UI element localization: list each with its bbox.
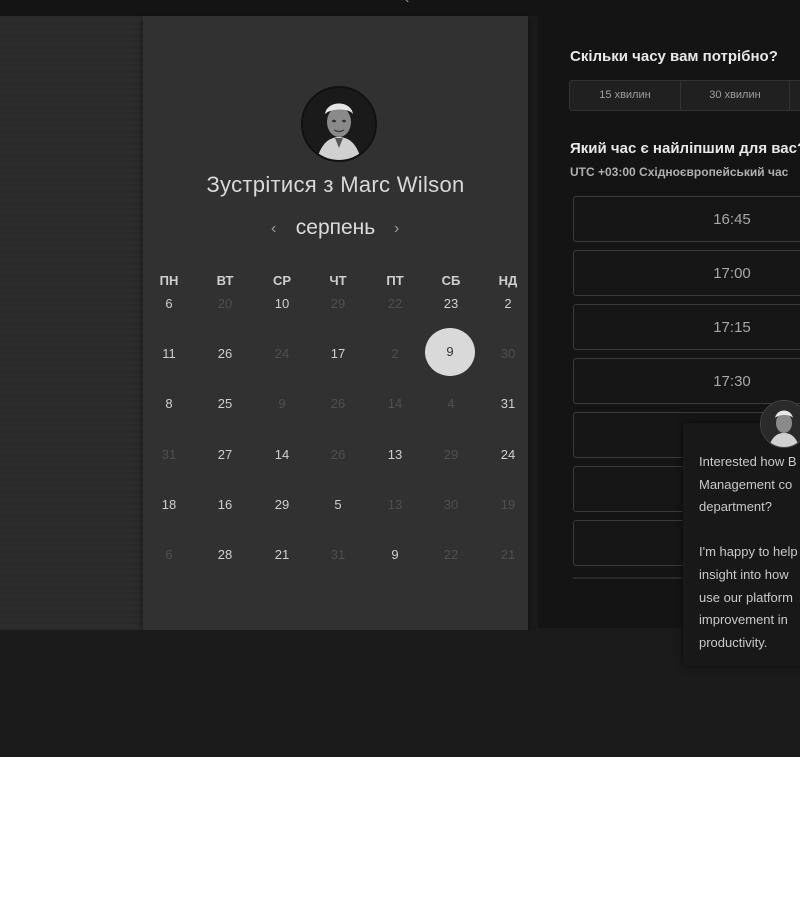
weekday-label: ПН <box>159 273 179 288</box>
month-navigation: ‹ серпень › <box>143 216 528 246</box>
duration-option-30[interactable]: 30 хвилин <box>681 81 790 110</box>
time-slot-label: 17:30 <box>713 373 751 390</box>
calendar-day: 29 <box>330 296 346 311</box>
duration-option-3[interactable] <box>790 81 800 110</box>
calendar-day[interactable]: 24 <box>488 447 528 462</box>
weekday-label: ПТ <box>386 273 404 288</box>
top-bar: ‹ <box>0 0 800 16</box>
month-label: серпень <box>295 216 376 239</box>
duration-selector: 15 хвилин 30 хвилин <box>569 80 800 111</box>
calendar-day: 30 <box>500 346 516 361</box>
calendar-day[interactable]: 21 <box>262 547 302 562</box>
calendar-day: 21 <box>500 547 516 562</box>
calendar-day[interactable]: 2 <box>488 296 528 311</box>
calendar-day[interactable]: 27 <box>205 447 245 462</box>
calendar-day: 13 <box>387 497 403 512</box>
meeting-title: Зустрітися з Marc Wilson <box>206 172 465 197</box>
calendar-day: 22 <box>443 547 459 562</box>
calendar-day[interactable]: 9 <box>375 547 415 562</box>
calendar-day[interactable]: 25 <box>205 396 245 411</box>
calendar-day[interactable]: 14 <box>262 447 302 462</box>
calendar-day: 6 <box>165 547 173 562</box>
duration-option-15[interactable]: 15 хвилин <box>570 81 681 110</box>
top-arrow-icon: ‹ <box>404 0 409 7</box>
calendar-day[interactable]: 10 <box>262 296 302 311</box>
calendar-day[interactable]: 26 <box>205 346 245 361</box>
calendar-day-selected[interactable]: 9 <box>425 344 475 359</box>
weekday-label: СР <box>272 273 292 288</box>
calendar-day[interactable]: 31 <box>488 396 528 411</box>
calendar-day: 24 <box>274 346 290 361</box>
calendar-day: 20 <box>217 296 233 311</box>
calendar-day: 4 <box>447 396 455 411</box>
weekday-label: ЧТ <box>329 273 347 288</box>
calendar-day[interactable]: 6 <box>149 296 189 311</box>
calendar-day: 29 <box>443 447 459 462</box>
calendar-day: 19 <box>500 497 516 512</box>
chat-popup-content: Interested how B Management co departmen… <box>683 423 800 666</box>
left-background-strip <box>0 16 143 630</box>
calendar-day: 26 <box>330 447 346 462</box>
calendar-day: 30 <box>443 497 459 512</box>
time-slot[interactable]: 17:15 <box>573 304 800 350</box>
time-slot[interactable]: 17:30 <box>573 358 800 404</box>
next-month-icon[interactable]: › <box>394 220 399 238</box>
calendar-day[interactable]: 16 <box>205 497 245 512</box>
bottom-area <box>0 630 800 757</box>
calendar-day[interactable]: 17 <box>318 346 358 361</box>
calendar-day[interactable]: 23 <box>431 296 471 311</box>
time-slot[interactable]: 17:00 <box>573 250 800 296</box>
weekday-label: СБ <box>441 273 461 288</box>
time-question: Який час є найліпшим для вас? <box>570 140 800 157</box>
calendar-day[interactable]: 18 <box>149 497 189 512</box>
calendar-day[interactable]: 5 <box>318 497 358 512</box>
calendar-day[interactable]: 29 <box>262 497 302 512</box>
chat-avatar[interactable] <box>760 400 800 448</box>
host-avatar <box>301 86 377 162</box>
time-slot-label: 17:15 <box>713 319 751 336</box>
host-avatar-image <box>303 88 375 160</box>
calendar-day[interactable]: 28 <box>205 547 245 562</box>
calendar-day[interactable]: 8 <box>149 396 189 411</box>
time-slot-label: 16:45 <box>713 211 751 228</box>
calendar-day[interactable]: 11 <box>149 346 189 361</box>
calendar-day: 31 <box>161 447 177 462</box>
time-slot[interactable]: 16:45 <box>573 196 800 242</box>
calendar-day: 2 <box>391 346 399 361</box>
time-slot-label: 17:00 <box>713 265 751 282</box>
calendar-day: 26 <box>330 396 346 411</box>
calendar-day: 22 <box>387 296 403 311</box>
weekday-label: ВТ <box>216 273 234 288</box>
duration-question: Скільки часу вам потрібно? <box>570 48 778 65</box>
calendar-day[interactable]: 13 <box>375 447 415 462</box>
calendar-day: 9 <box>278 396 286 411</box>
chat-message: Interested how B Management co departmen… <box>699 454 798 650</box>
timezone-label[interactable]: UTC +03:00 Східноєвропейський час <box>570 165 788 179</box>
weekday-label: НД <box>498 273 518 288</box>
calendar-day: 31 <box>330 547 346 562</box>
chat-avatar-image <box>761 401 800 447</box>
calendar-day: 14 <box>387 396 403 411</box>
